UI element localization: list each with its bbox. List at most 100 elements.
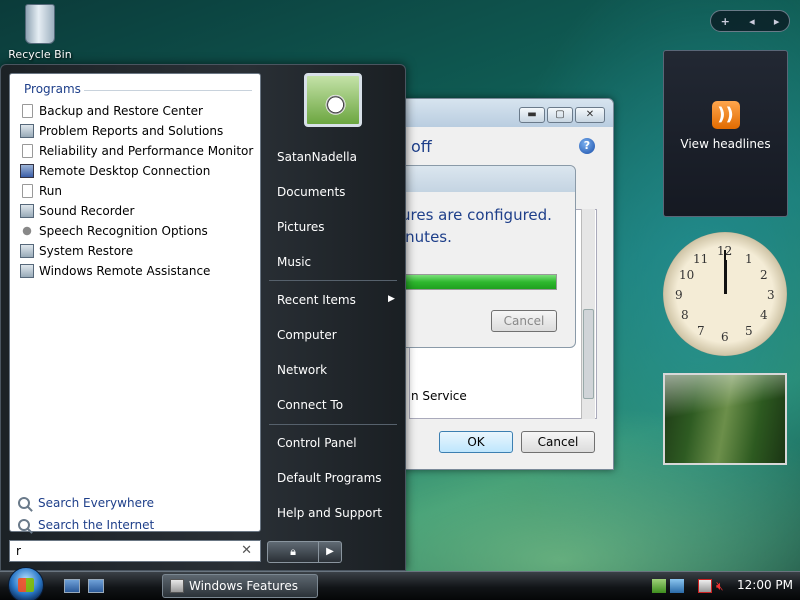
program-label: Speech Recognition Options <box>39 224 208 238</box>
search-everywhere-link[interactable]: Search Everywhere <box>18 496 154 510</box>
documents-link[interactable]: Documents <box>277 185 345 199</box>
clock-number: 4 <box>760 308 768 322</box>
window-titlebar[interactable]: ▬ ▢ ✕ <box>401 99 613 127</box>
programs-divider <box>84 90 252 91</box>
search-input-value: r <box>16 544 21 558</box>
pictures-link[interactable]: Pictures <box>277 220 325 234</box>
program-item-reliability[interactable]: Reliability and Performance Monitor <box>20 141 256 161</box>
control-panel-link[interactable]: Control Panel <box>277 436 357 450</box>
connect-to-link[interactable]: Connect To <box>277 398 343 412</box>
program-item-run[interactable]: Run <box>20 181 256 201</box>
switch-windows-icon[interactable] <box>88 579 104 593</box>
monitor-icon <box>20 264 34 278</box>
clock-number: 10 <box>679 268 695 282</box>
cancel-button[interactable]: Cancel <box>521 431 595 453</box>
clock-number: 1 <box>745 252 753 266</box>
features-scrollbar[interactable] <box>581 209 595 419</box>
rss-gadget[interactable]: )) View headlines <box>663 50 788 217</box>
programs-header: Programs <box>24 82 81 96</box>
close-button[interactable]: ✕ <box>575 107 605 123</box>
music-link[interactable]: Music <box>277 255 311 269</box>
computer-link[interactable]: Computer <box>277 328 337 342</box>
program-label: Windows Remote Assistance <box>39 264 211 278</box>
rss-label: View headlines <box>680 137 771 151</box>
program-item-remote-assistance[interactable]: Windows Remote Assistance <box>20 261 256 281</box>
search-icon <box>18 497 30 509</box>
dialog-titlebar <box>401 166 575 192</box>
progress-message-line-2: inutes. <box>401 228 452 246</box>
add-gadget-button[interactable]: + <box>721 15 730 28</box>
show-desktop-icon[interactable] <box>64 579 80 593</box>
menu-divider <box>269 424 397 425</box>
minimize-button[interactable]: ▬ <box>519 107 545 123</box>
search-internet-label: Search the Internet <box>38 518 155 532</box>
network-disconnected-icon[interactable] <box>698 579 712 593</box>
program-label: Backup and Restore Center <box>39 104 203 118</box>
program-label: System Restore <box>39 244 134 258</box>
security-icon[interactable] <box>670 579 684 593</box>
user-picture[interactable] <box>304 73 362 127</box>
program-item-problem-reports[interactable]: Problem Reports and Solutions <box>20 121 256 141</box>
feature-item-service: n Service <box>411 389 467 403</box>
program-item-backup[interactable]: Backup and Restore Center <box>20 101 256 121</box>
page-icon <box>22 144 33 158</box>
volume-muted-icon[interactable]: 🔇︎ <box>716 579 730 593</box>
remote-desktop-icon <box>20 164 34 178</box>
help-support-link[interactable]: Help and Support <box>277 506 382 520</box>
recycle-bin-label: Recycle Bin <box>8 48 72 61</box>
taskbar-button-label: Windows Features <box>189 579 298 593</box>
start-menu: Programs Backup and Restore Center Probl… <box>0 64 406 571</box>
progress-cancel-button[interactable]: Cancel <box>491 310 557 332</box>
clock-number: 5 <box>745 324 753 338</box>
network-link[interactable]: Network <box>277 363 327 377</box>
help-icon[interactable]: ? <box>579 138 595 154</box>
taskbar-button-windows-features[interactable]: Windows Features <box>162 574 318 598</box>
program-label: Remote Desktop Connection <box>39 164 211 178</box>
prev-gadget-button[interactable]: ◂ <box>749 15 755 28</box>
clock-minute-hand <box>724 250 726 294</box>
programs-list: Backup and Restore Center Problem Report… <box>20 101 256 281</box>
start-button[interactable] <box>2 567 48 600</box>
taskbar-clock[interactable]: 12:00 PM <box>737 578 793 592</box>
slideshow-gadget[interactable] <box>663 373 787 465</box>
page-icon <box>22 104 33 118</box>
ok-button[interactable]: OK <box>439 431 513 453</box>
monitor-icon <box>20 244 34 258</box>
lock-icon: 🔒︎ <box>290 545 296 558</box>
clock-gadget[interactable]: 12 1 2 3 4 5 6 7 8 9 10 11 <box>663 232 787 356</box>
chevron-right-icon: ▶ <box>326 546 334 557</box>
maximize-button[interactable]: ▢ <box>547 107 573 123</box>
default-programs-link[interactable]: Default Programs <box>277 471 382 485</box>
progress-message-line-1: ures are configured. <box>401 206 552 224</box>
progress-bar <box>401 274 557 290</box>
next-gadget-button[interactable]: ▸ <box>774 15 780 28</box>
start-search-input[interactable]: r ✕ <box>9 540 261 562</box>
program-item-sound-recorder[interactable]: Sound Recorder <box>20 201 256 221</box>
progress-fill <box>402 275 556 289</box>
progress-message: ures are configured. inutes. <box>401 204 552 248</box>
scrollbar-thumb[interactable] <box>583 309 594 399</box>
menu-divider <box>269 280 397 281</box>
clock-number: 3 <box>767 288 775 302</box>
clock-number: 2 <box>760 268 768 282</box>
recycle-bin-icon <box>25 4 55 44</box>
shutdown-options-button[interactable]: ▶ <box>319 541 342 563</box>
network-icon[interactable] <box>652 579 666 593</box>
recent-items-link[interactable]: Recent Items <box>277 293 356 307</box>
program-item-system-restore[interactable]: System Restore <box>20 241 256 261</box>
search-icon <box>18 519 30 531</box>
microphone-icon <box>20 224 34 238</box>
monitor-icon <box>20 124 34 138</box>
search-internet-link[interactable]: Search the Internet <box>18 518 154 532</box>
program-item-remote-desktop[interactable]: Remote Desktop Connection <box>20 161 256 181</box>
lock-button[interactable]: 🔒︎ <box>267 541 319 563</box>
desktop-icon-recycle-bin[interactable]: Recycle Bin <box>8 2 72 61</box>
clock-number: 6 <box>721 330 729 344</box>
clock-number: 11 <box>693 252 709 266</box>
window-heading: off <box>411 137 432 156</box>
clear-search-icon[interactable]: ✕ <box>241 541 252 561</box>
program-item-speech-recognition[interactable]: Speech Recognition Options <box>20 221 256 241</box>
program-label: Problem Reports and Solutions <box>39 124 224 138</box>
user-name-link[interactable]: SatanNadella <box>277 150 357 164</box>
clock-number: 9 <box>675 288 683 302</box>
